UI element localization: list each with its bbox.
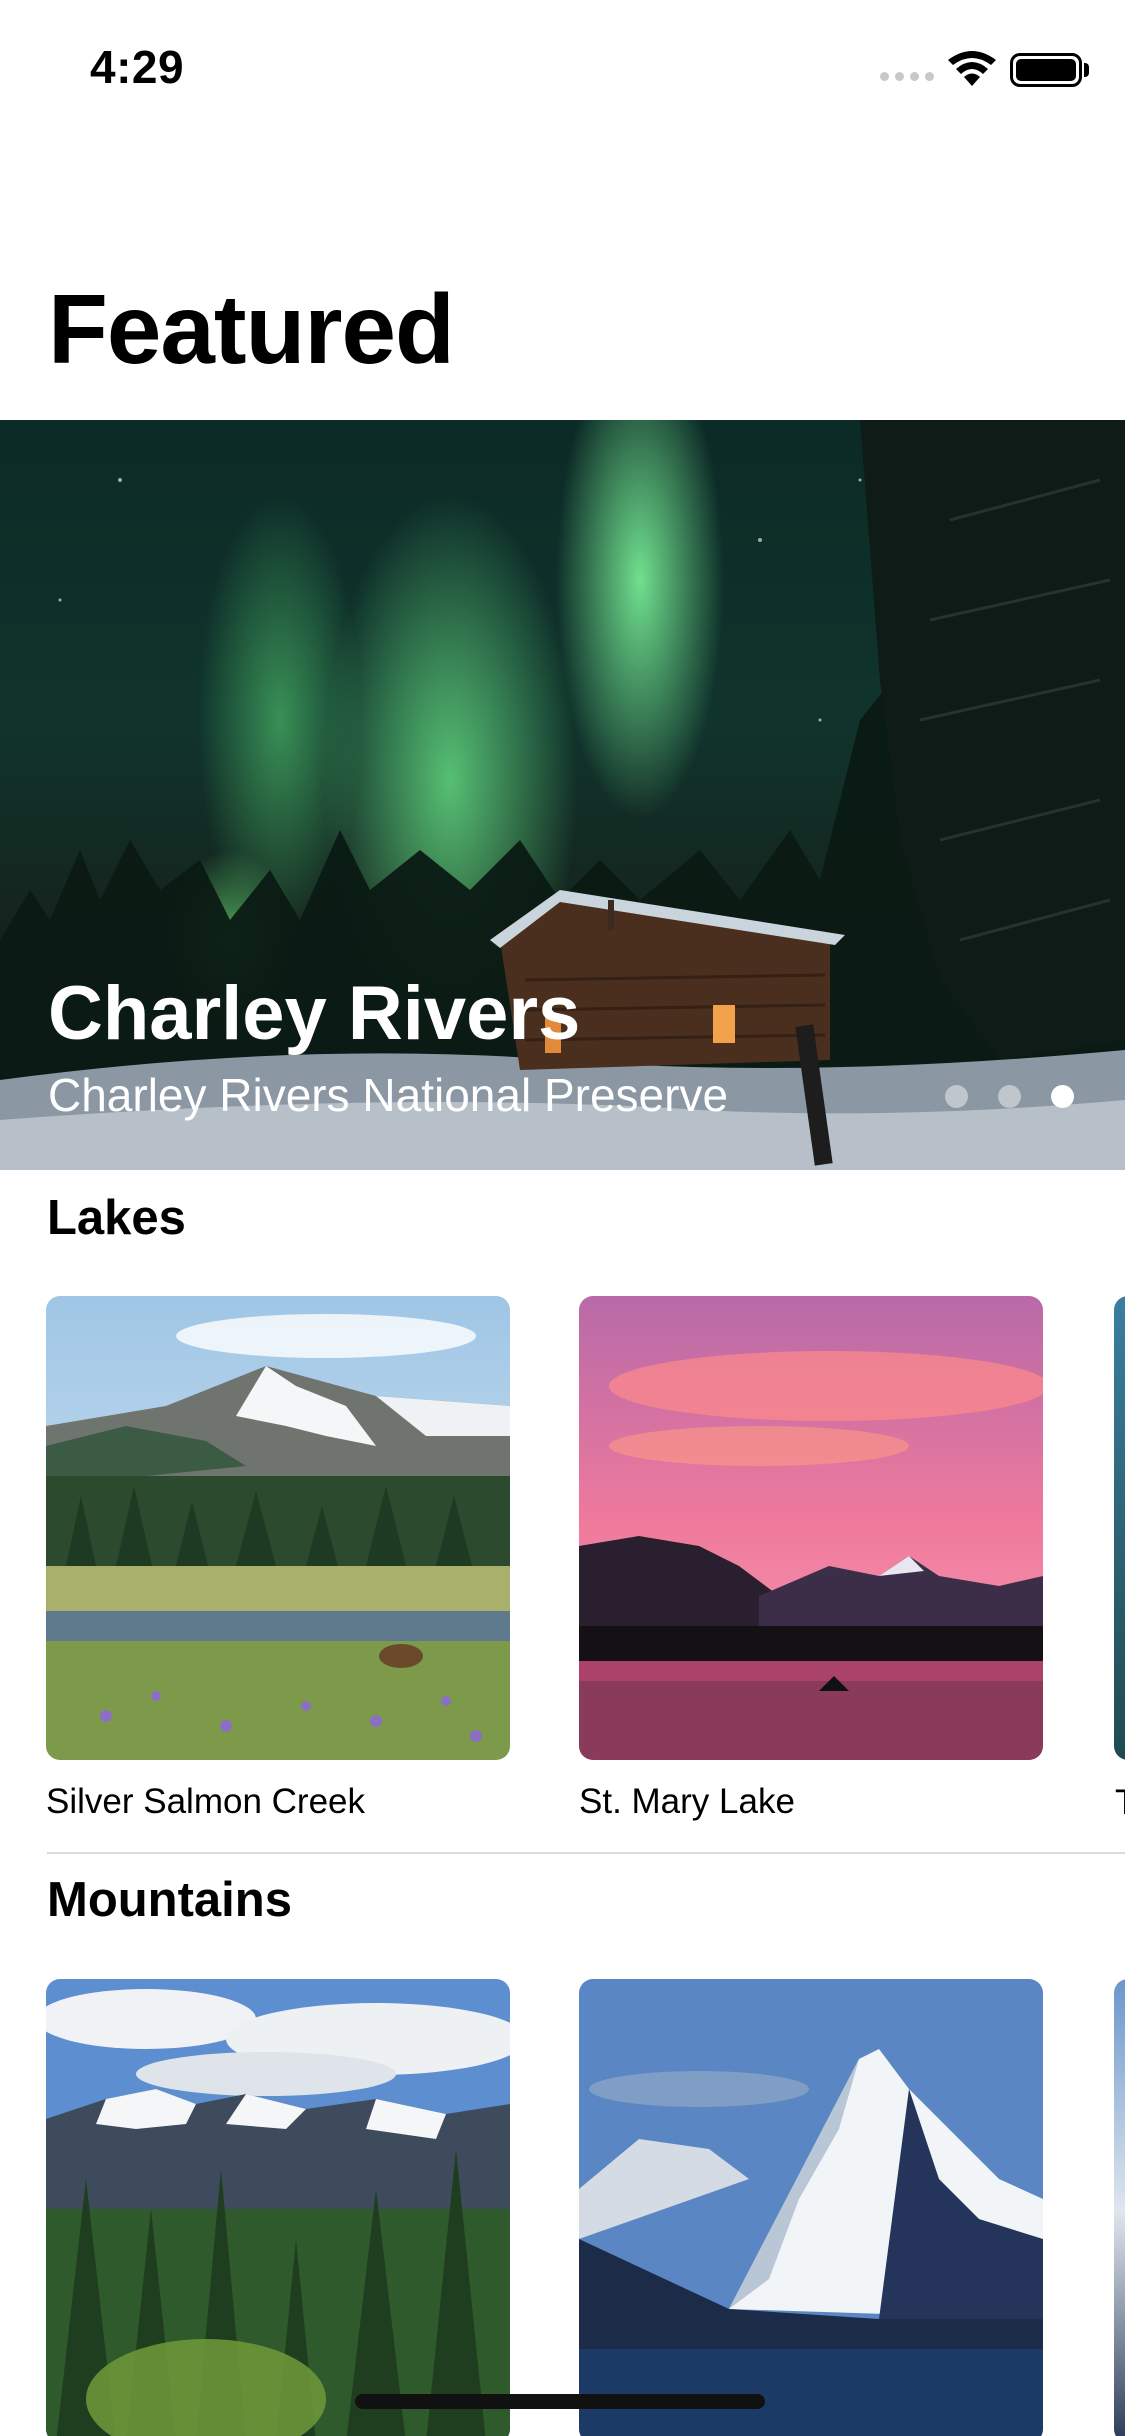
landmark-name-partial: T	[1115, 1783, 1125, 1823]
page-title: Featured	[48, 274, 455, 384]
landmark-card-partial[interactable]	[1114, 1979, 1125, 2436]
aurora-cabin-image	[0, 420, 1125, 1170]
status-bar: 4:29	[0, 0, 1125, 132]
page-dot[interactable]	[998, 1085, 1021, 1108]
landmark-image	[579, 1979, 1043, 2436]
landmark-card-mountain-2[interactable]	[579, 1979, 1043, 2436]
featured-hero-carousel[interactable]: Charley Rivers Charley Rivers National P…	[0, 420, 1125, 1170]
page-dot[interactable]	[945, 1085, 968, 1108]
landmark-card-silver-salmon-creek[interactable]: Silver Salmon Creek	[46, 1296, 510, 1822]
hero-subtitle: Charley Rivers National Preserve	[48, 1069, 729, 1121]
page-dot-active[interactable]	[1051, 1085, 1074, 1108]
hero-title: Charley Rivers	[48, 971, 581, 1056]
landmark-image	[46, 1979, 510, 2436]
status-time: 4:29	[90, 41, 185, 93]
battery-icon	[1010, 53, 1082, 87]
landmark-card-partial[interactable]	[1114, 1296, 1125, 1760]
cellular-signal-icon	[880, 72, 934, 81]
section-divider	[47, 1852, 1125, 1854]
page-indicator[interactable]	[945, 1085, 1074, 1108]
home-indicator[interactable]	[355, 2394, 765, 2409]
landmark-name: Silver Salmon Creek	[46, 1782, 365, 1821]
landmark-name: St. Mary Lake	[579, 1782, 795, 1821]
landmark-image	[579, 1296, 1043, 1760]
landmark-card-mountain-1[interactable]	[46, 1979, 510, 2436]
section-title-lakes: Lakes	[47, 1191, 186, 1245]
section-title-mountains: Mountains	[47, 1873, 292, 1927]
wifi-icon	[948, 51, 996, 86]
landmark-image	[46, 1296, 510, 1760]
landmark-card-st-mary-lake[interactable]: St. Mary Lake	[579, 1296, 1043, 1822]
